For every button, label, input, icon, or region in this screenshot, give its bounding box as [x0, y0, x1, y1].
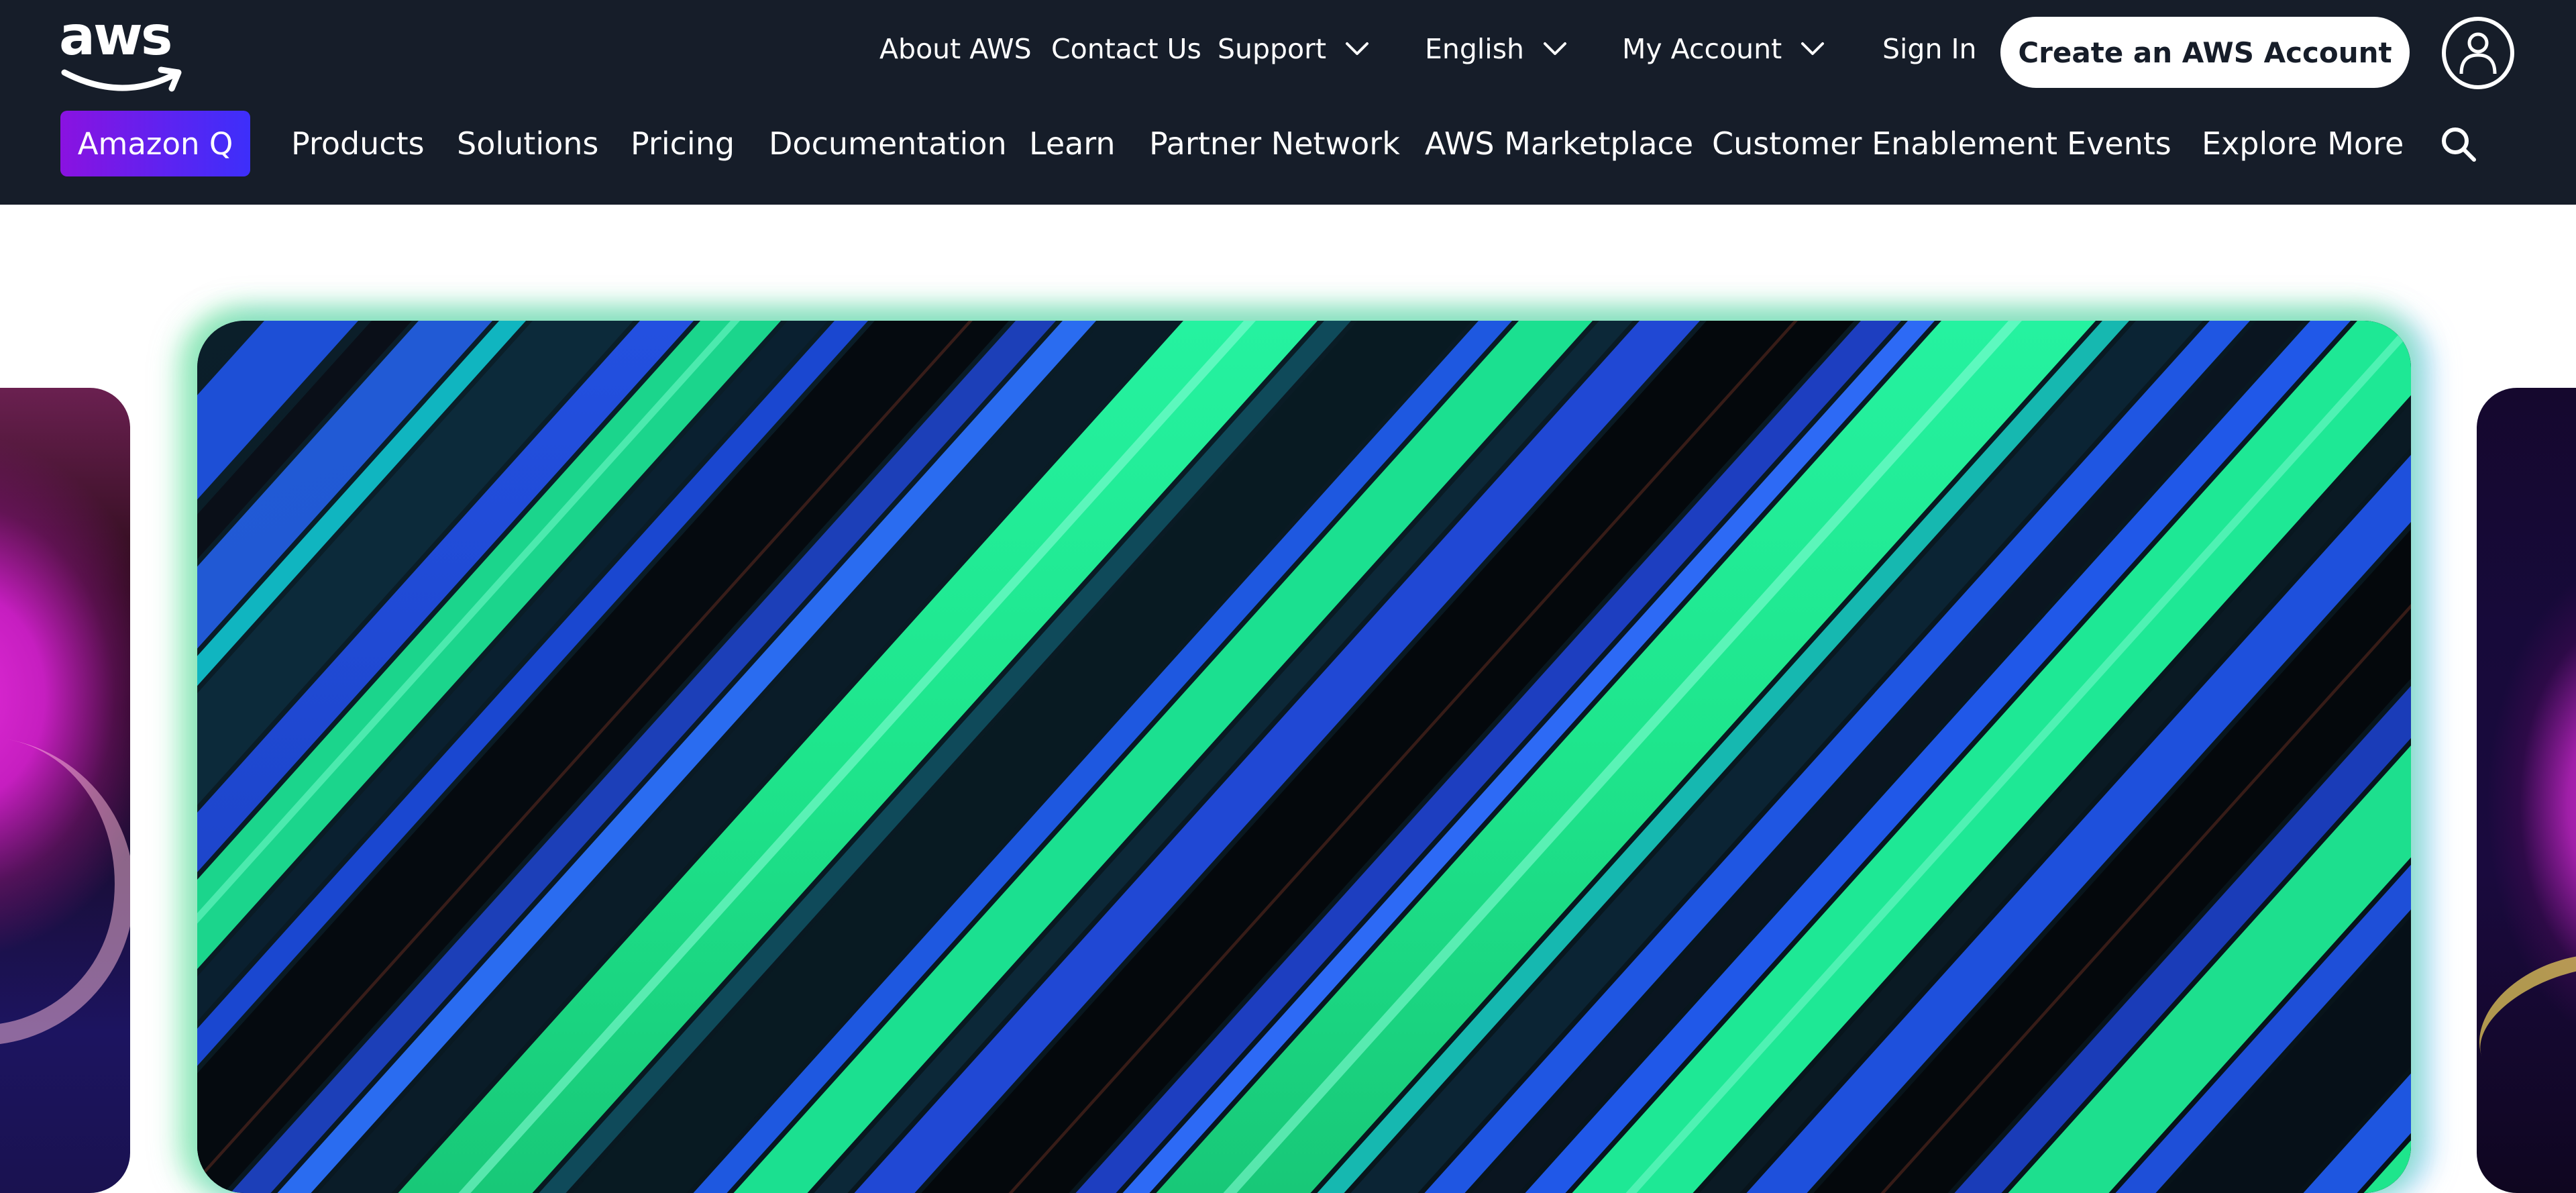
profile-button[interactable]	[2442, 17, 2514, 89]
chevron-down-icon	[1801, 42, 1825, 55]
my-account-label: My Account	[1622, 33, 1782, 65]
user-icon	[2459, 32, 2497, 74]
about-aws-link[interactable]: About AWS	[879, 19, 1032, 79]
search-button[interactable]	[2439, 125, 2478, 164]
support-dropdown[interactable]: Support	[1218, 19, 1369, 79]
nav-partner-network[interactable]: Partner Network	[1149, 111, 1400, 176]
about-aws-label: About AWS	[879, 33, 1032, 65]
language-dropdown[interactable]: English	[1425, 19, 1567, 79]
create-account-button[interactable]: Create an AWS Account	[2000, 17, 2410, 88]
nav-learn[interactable]: Learn	[1029, 111, 1116, 176]
contact-us-link[interactable]: Contact Us	[1051, 19, 1201, 79]
nav-events[interactable]: Events	[2067, 111, 2171, 176]
support-label: Support	[1218, 33, 1327, 65]
global-header: aws About AWS Contact Us Support English…	[0, 0, 2576, 205]
nav-aws-marketplace[interactable]: AWS Marketplace	[1425, 111, 1693, 176]
sign-in-link[interactable]: Sign In	[1882, 19, 1977, 79]
nav-explore-more[interactable]: Explore More	[2202, 111, 2404, 176]
nav-documentation[interactable]: Documentation	[769, 111, 1007, 176]
carousel-prev-slide[interactable]	[0, 388, 130, 1193]
search-icon	[2442, 127, 2476, 162]
slide-decoration	[2477, 930, 2576, 1121]
nav-products[interactable]: Products	[291, 111, 425, 176]
nav-pricing[interactable]: Pricing	[631, 111, 735, 176]
chevron-down-icon	[1346, 42, 1369, 55]
nav-customer-enablement[interactable]: Customer Enablement	[1712, 111, 2057, 176]
carousel-next-slide[interactable]	[2477, 388, 2576, 1193]
my-account-dropdown[interactable]: My Account	[1622, 19, 1825, 79]
hero-striped-artwork	[197, 321, 2411, 1193]
amazon-q-button[interactable]: Amazon Q	[60, 111, 250, 176]
sign-in-label: Sign In	[1882, 33, 1977, 65]
nav-solutions[interactable]: Solutions	[457, 111, 598, 176]
language-label: English	[1425, 33, 1525, 65]
hero-banner-image	[197, 321, 2411, 1193]
slide-decoration	[0, 712, 130, 1070]
chevron-down-icon	[1544, 42, 1567, 55]
contact-us-label: Contact Us	[1051, 33, 1201, 65]
